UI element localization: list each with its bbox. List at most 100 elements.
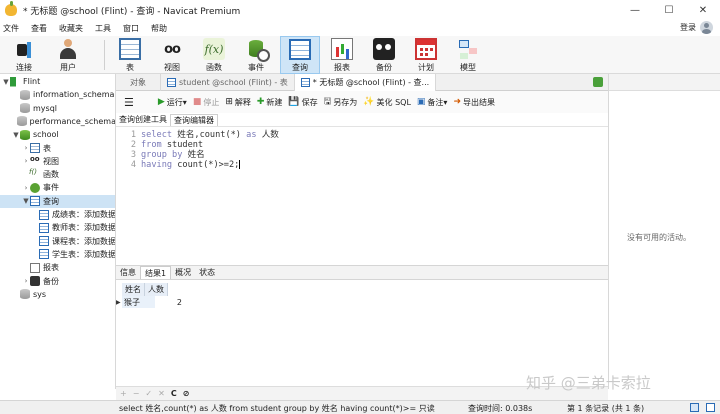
refresh-button[interactable]: C: [171, 389, 177, 398]
glasses-icon: [161, 38, 183, 60]
calendar-icon: [415, 38, 437, 60]
event-button[interactable]: 事件: [240, 36, 272, 74]
navigator-item[interactable]: 学生表：添加数据: [0, 248, 115, 261]
navigator-item[interactable]: ▼ 查询: [0, 194, 115, 208]
navigator-item[interactable]: 成绩表：添加数据: [0, 208, 115, 221]
schedule-button[interactable]: 计划: [410, 36, 442, 74]
navigator-item-label: information_schema: [33, 90, 115, 100]
export-icon: ➜: [453, 97, 461, 107]
expand-toggle-icon[interactable]: ›: [22, 184, 30, 192]
comment-button[interactable]: ▣ 备注 ▾: [417, 97, 448, 108]
menu-view[interactable]: 查看: [27, 23, 55, 34]
menu-help[interactable]: 帮助: [147, 23, 175, 34]
stop-query-button[interactable]: ⊘: [183, 389, 190, 398]
tab-student-table[interactable]: student @school (Flint) - 表: [161, 74, 295, 91]
navigator-item-label: 表: [43, 143, 51, 153]
column-header-name[interactable]: 姓名: [122, 283, 145, 296]
tab-query-builder[interactable]: 查询创建工具: [116, 114, 170, 125]
maximize-button[interactable]: ☐: [652, 0, 686, 20]
backup-icon: [30, 276, 40, 286]
model-button[interactable]: 模型: [452, 36, 484, 74]
menu-tools[interactable]: 工具: [91, 23, 119, 34]
add-record-button[interactable]: +: [120, 389, 127, 398]
menu-file[interactable]: 文件: [0, 23, 27, 34]
apply-button[interactable]: ✓: [145, 389, 152, 398]
save-button[interactable]: 💾 保存: [288, 97, 317, 108]
user-button[interactable]: 用户: [52, 36, 84, 74]
navigator-item[interactable]: 函数: [0, 168, 115, 181]
navigator-item[interactable]: › 视图: [0, 155, 115, 168]
navigator-item[interactable]: mysql: [0, 102, 115, 115]
expand-toggle-icon[interactable]: ▼: [2, 78, 10, 86]
table-label: 表: [126, 63, 134, 72]
navigator-item[interactable]: › 事件: [0, 181, 115, 194]
tab-status[interactable]: 状态: [195, 266, 219, 279]
cell-name[interactable]: 猴子: [122, 296, 155, 308]
save-as-button[interactable]: 🖫 另存为: [324, 94, 358, 110]
tab-info[interactable]: 信息: [116, 266, 140, 279]
no-activity-message: 没有可用的活动。: [627, 233, 691, 242]
navigator-item[interactable]: › 备份: [0, 275, 115, 288]
expand-toggle-icon[interactable]: ▼: [12, 131, 20, 139]
tab-profile[interactable]: 概况: [171, 266, 195, 279]
hamburger-menu-icon[interactable]: ☰: [124, 96, 134, 109]
menu-window[interactable]: 窗口: [119, 23, 147, 34]
close-button[interactable]: ✕: [686, 0, 720, 20]
stop-button[interactable]: ■ 停止: [193, 97, 220, 108]
view-button[interactable]: 视图: [156, 36, 188, 74]
navigator-item-label: 备份: [43, 276, 59, 286]
navigator-item[interactable]: performance_schema: [0, 115, 115, 128]
tab-objects[interactable]: 对象: [116, 74, 161, 91]
save-label: 保存: [301, 97, 318, 107]
minimize-button[interactable]: —: [618, 0, 652, 20]
menu-favorites[interactable]: 收藏夹: [55, 23, 91, 34]
function-button[interactable]: 函数: [198, 36, 230, 74]
navigator-item[interactable]: sys: [0, 288, 115, 301]
cell-count[interactable]: 2: [155, 298, 185, 307]
navigator-item[interactable]: ▼ Flint: [0, 75, 115, 88]
line-number-gutter: 1 2 3 4: [116, 130, 136, 170]
discard-button[interactable]: ✕: [158, 389, 165, 398]
export-result-button[interactable]: ➜ 导出结果: [453, 97, 495, 108]
navigator-item[interactable]: › 表: [0, 142, 115, 155]
database-icon: [16, 116, 27, 127]
table-button[interactable]: 表: [114, 36, 146, 74]
expand-toggle-icon[interactable]: ›: [22, 144, 30, 152]
window-title: * 无标题 @school (Flint) - 查询 - Navicat Pre…: [23, 6, 241, 17]
navigator-item[interactable]: ▼ school: [0, 128, 115, 141]
sql-editor[interactable]: 1 2 3 4 select 姓名,count(*) as 人数 from st…: [116, 127, 608, 265]
tab-query-editor[interactable]: 查询编辑器: [170, 113, 218, 126]
backup-button[interactable]: 备份: [368, 36, 400, 74]
connect-button[interactable]: 连接: [8, 36, 40, 74]
delete-record-button[interactable]: −: [133, 389, 140, 398]
navigator-item[interactable]: 课程表：添加数据: [0, 235, 115, 248]
expand-toggle-icon[interactable]: ›: [22, 277, 30, 285]
navigator-item[interactable]: information_schema: [0, 88, 115, 101]
explain-button[interactable]: ⊞ 解释: [225, 97, 251, 108]
expand-toggle-icon[interactable]: ›: [22, 157, 30, 165]
run-button[interactable]: ▶ 运行 ▾: [158, 97, 187, 108]
function-label: 函数: [206, 63, 222, 72]
info-panel-toggle-icon[interactable]: [593, 77, 603, 87]
expand-toggle-icon[interactable]: ▼: [22, 197, 30, 205]
new-button[interactable]: ✚ 新建: [257, 97, 283, 108]
navigator-item[interactable]: 报表: [0, 261, 115, 274]
report-button[interactable]: 报表: [326, 36, 358, 74]
model-icon: [457, 38, 479, 60]
line-number: 1: [130, 130, 136, 140]
tab-result1[interactable]: 结果1: [140, 266, 172, 279]
login-link[interactable]: 登录: [680, 22, 696, 33]
plug-icon: [13, 38, 35, 60]
code-line: having count(*)>=2;: [141, 160, 279, 170]
table-row[interactable]: ▶ 猴子 2: [116, 296, 185, 308]
code-line: select 姓名,count(*) as 人数: [141, 130, 279, 140]
grid-view-icon[interactable]: [690, 403, 699, 412]
navigator-item[interactable]: 教师表：添加数据: [0, 221, 115, 234]
query-button[interactable]: 查询: [280, 36, 320, 74]
beautify-sql-button[interactable]: ✨ 美化 SQL: [363, 97, 411, 108]
tab-untitled-query[interactable]: * 无标题 @school (Flint) - 查...: [294, 74, 437, 91]
column-header-count[interactable]: 人数: [145, 283, 168, 296]
user-avatar-icon[interactable]: [700, 21, 713, 34]
form-view-icon[interactable]: [706, 403, 715, 412]
function-icon: [29, 168, 40, 180]
